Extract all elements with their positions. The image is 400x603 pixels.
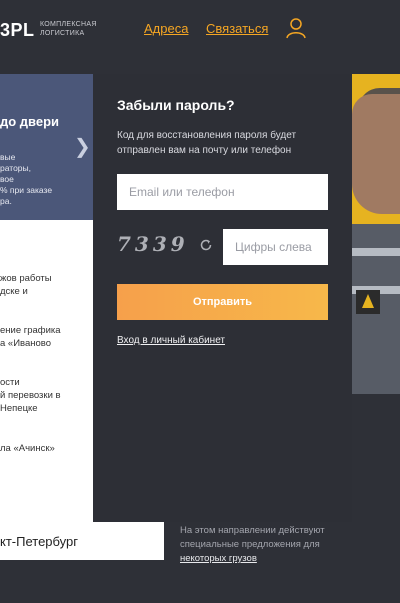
forgot-password-modal: Забыли пароль? Код для восстановления па… (93, 74, 352, 522)
news-item-line: ла «Ачинск» (0, 443, 55, 454)
city-value: кт-Петербург (0, 534, 79, 549)
refresh-icon[interactable] (199, 238, 213, 252)
vest-stripe (352, 248, 400, 256)
vest-logo-icon (356, 290, 380, 314)
city-selector[interactable]: кт-Петербург (0, 522, 164, 560)
promo-slider: до двери вые раторы, вое % при заказе ра… (0, 74, 100, 220)
news-item-line: ение графика (0, 325, 61, 336)
logo[interactable]: 3PL (0, 20, 35, 41)
logo-subtitle: КОМПЛЕКСНАЯ ЛОГИСТИКА (40, 20, 97, 38)
modal-title: Забыли пароль? (117, 97, 235, 113)
nav-link-contact[interactable]: Связаться (206, 21, 268, 36)
captcha-image: 7339 (117, 232, 189, 256)
news-item-line: й перевозки в (0, 390, 61, 401)
captcha-field[interactable] (223, 229, 328, 265)
site-header: 3PL КОМПЛЕКСНАЯ ЛОГИСТИКА Адреса Связать… (0, 0, 400, 58)
promo-line: % при заказе (0, 185, 53, 195)
chevron-right-icon[interactable]: ❯ (74, 134, 91, 158)
photo-face (352, 94, 400, 214)
promo-line: вое (0, 174, 14, 184)
direction-note-line: На этом направлении действуют (180, 525, 325, 536)
submit-button[interactable]: Отправить (117, 284, 328, 320)
vest-logo-mark (362, 294, 374, 308)
logo-subtitle-line-2: ЛОГИСТИКА (40, 30, 85, 37)
direction-note-line: специальные предложения для (180, 539, 320, 550)
modal-description: Код для восстановления пароля будет отпр… (117, 130, 297, 156)
promo-line: раторы, (0, 163, 31, 173)
promo-line: ра. (0, 196, 12, 206)
news-item-line: жов работы (0, 273, 52, 284)
news-item[interactable]: ости й перевозки в Непецке (0, 376, 61, 415)
courier-photo (352, 74, 400, 394)
news-item[interactable]: жов работы дске и (0, 272, 52, 298)
news-item-line: а «Иваново (0, 338, 52, 349)
some-cargo-link[interactable]: некоторых грузов (180, 553, 257, 564)
email-field[interactable] (117, 174, 328, 210)
news-list: жов работы дске и ение графика а «Иванов… (0, 220, 93, 522)
news-item-line: Непецке (0, 403, 38, 414)
news-item[interactable]: ла «Ачинск» (0, 442, 55, 455)
news-item-line: ости (0, 377, 20, 388)
login-link[interactable]: Вход в личный кабинет (117, 335, 225, 346)
promo-text: вые раторы, вое % при заказе ра. (0, 152, 96, 207)
direction-note: На этом направлении действуют специальны… (180, 524, 325, 566)
promo-title: до двери (0, 114, 60, 129)
user-icon[interactable] (286, 17, 306, 39)
news-item-line: дске и (0, 286, 28, 297)
nav-link-addresses[interactable]: Адреса (144, 21, 188, 36)
news-item[interactable]: ение графика а «Иваново (0, 324, 61, 350)
logo-subtitle-line-1: КОМПЛЕКСНАЯ (40, 21, 97, 28)
